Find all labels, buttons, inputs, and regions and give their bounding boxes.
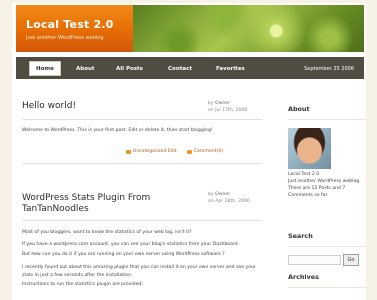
sidebar-divider [288,287,366,288]
paragraph: I recently found out about this amazing … [22,265,256,278]
site-title[interactable]: Local Test 2.0 [26,18,114,31]
comments-link[interactable]: Comment(0) [194,149,223,154]
nav-date: September 25 2006 [304,66,354,72]
brand-block: Local Test 2.0 Just another WordPress we… [16,5,133,52]
site-tagline: Just another WordPress weblog [26,35,104,41]
paragraph: Instructions to run the statistics plugi… [22,282,143,288]
main-nav: Home About All Posts Contact Favorites S… [16,57,364,79]
paragraph: If you have a wordpress.com account, you… [22,242,240,248]
page-wrapper: Local Test 2.0 Just another WordPress we… [12,3,366,300]
meta-by: by [208,192,214,197]
post-title[interactable]: Hello world! [22,101,76,111]
tag-icon [126,149,131,154]
link-separator [178,149,185,154]
search-button[interactable]: Go [343,254,359,266]
meta-date: Apr 28th, 2006 [215,199,250,204]
nav-item-about[interactable]: About [76,62,95,76]
nav-item-home[interactable]: Home [29,61,61,76]
nav-item-favorites[interactable]: Favorites [216,62,245,76]
avatar [288,128,331,169]
paragraph: Most of you bloggers, want to know the s… [22,230,192,235]
meta-date: Jul 17th, 2006 [215,108,248,113]
post-divider [22,119,262,120]
post-links: Uncategorized Edit Comment(0) [126,149,223,155]
post-title[interactable]: WordPress Stats Plugin From TanTanNoodle… [22,193,150,215]
category-link[interactable]: Uncategorized Edit [133,149,177,154]
paragraph: But how can you do it if you are running… [22,251,225,257]
archives-heading: Archives [288,273,319,281]
about-text: Local Test 2.0 Just another WordPress we… [288,171,366,199]
search-heading: Search [288,232,313,240]
meta-by: by [208,101,214,106]
post-meta: by Owner on Jul 17th, 2006 [208,100,247,114]
about-desc: Just another WordPress weblog. [288,179,361,184]
meta-author[interactable]: Owner [215,101,230,106]
header-image [133,5,364,52]
post-divider [22,220,262,221]
search-input[interactable] [288,255,341,265]
post-divider [22,163,262,164]
about-stats: There are 12 Posts and 7 Comments so far… [288,186,346,198]
meta-author[interactable]: Owner [215,192,230,197]
post-title-line1[interactable]: WordPress Stats Plugin From [22,193,150,203]
nav-item-contact[interactable]: Contact [168,62,192,76]
post-meta: by Owner on Apr 28th, 2006 [208,191,250,205]
nav-item-all-posts[interactable]: All Posts [116,62,143,76]
meta-on: on [208,199,214,204]
about-heading: About [288,105,310,113]
header: Local Test 2.0 Just another WordPress we… [16,5,364,52]
about-name: Local Test 2.0 [288,172,320,177]
sidebar-divider [288,119,366,120]
comment-icon [186,149,192,154]
post-body: Most of you bloggers, want to know the s… [22,229,262,288]
sidebar-divider [288,246,366,247]
post-body: Welcome to WordPress. This is your first… [22,128,213,133]
post-title-line2[interactable]: TanTanNoodles [22,204,89,214]
meta-on: on [208,108,214,113]
